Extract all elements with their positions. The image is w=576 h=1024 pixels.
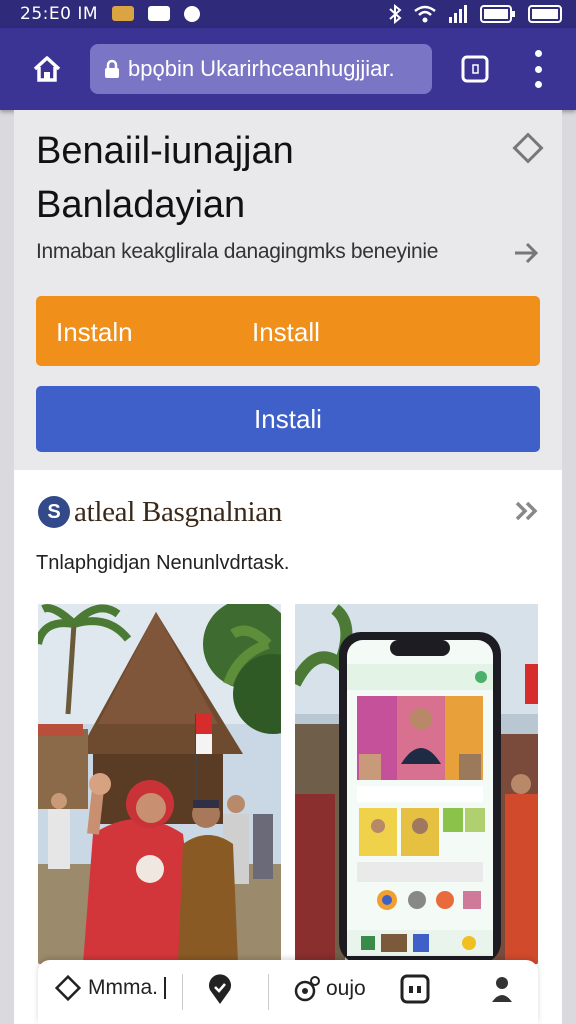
village-photo[interactable]: [38, 604, 281, 964]
url-text: bpǫbin Ukarirhceanhugjjiar.: [128, 56, 395, 81]
app-notification-icon: [184, 6, 201, 22]
diamond-outline-icon: [54, 974, 82, 1002]
menu-dot-icon: [534, 65, 542, 73]
page-title: Benaiil-iunajjan Banladayian: [36, 124, 476, 232]
nav-item-settings[interactable]: oujo: [292, 974, 366, 1004]
map-pin-icon: [209, 974, 231, 1004]
browser-toolbar: bpǫbin Ukarirhceanhugjjiar.: [0, 28, 576, 110]
app-showcase-photo[interactable]: [295, 604, 538, 964]
nav-divider: [182, 974, 183, 1010]
signal-icon: [449, 5, 467, 23]
menu-dot-icon: [534, 50, 542, 57]
nav-item-location[interactable]: [206, 974, 234, 1006]
install-button-primary[interactable]: Instaln Install: [36, 296, 540, 366]
notification-icon: [112, 6, 135, 21]
install-button-label-left: Instaln: [56, 317, 133, 347]
status-time: 25:E0 IM: [20, 4, 99, 24]
status-bar: 25:E0 IM: [0, 0, 576, 28]
nav-item-tabs[interactable]: [400, 974, 430, 1004]
nav-item-settings-label: oujo: [326, 977, 366, 1000]
village-scene-image: [38, 604, 281, 964]
tabs-button[interactable]: [460, 54, 490, 84]
bluetooth-icon: [389, 4, 402, 24]
bottom-navigation: Mmma. oujo: [38, 960, 538, 1024]
battery-icon: [480, 5, 515, 23]
message-icon: [148, 6, 171, 21]
wifi-icon: [414, 5, 436, 23]
tabs-icon: [461, 55, 489, 83]
double-chevron-icon[interactable]: [514, 500, 540, 522]
market-scene-image: [295, 604, 538, 964]
page-title-line2: Banladayian: [36, 184, 246, 226]
gear-icon: [294, 976, 320, 1002]
lock-icon: [105, 59, 119, 78]
arrow-right-icon[interactable]: [512, 240, 540, 266]
home-button[interactable]: [27, 49, 67, 89]
menu-dot-icon: [534, 81, 542, 88]
square-tabs-icon: [400, 974, 430, 1004]
section-title: atleal Basgnalnian: [74, 496, 282, 528]
install-button-secondary[interactable]: Instali: [36, 386, 540, 452]
person-icon: [492, 977, 512, 1002]
nav-divider: [268, 974, 269, 1010]
hero-subtitle: Inmaban keakglirala danagingmks beneyini…: [36, 240, 439, 263]
url-field[interactable]: bpǫbin Ukarirhceanhugjjiar.: [90, 44, 432, 94]
nav-item-profile[interactable]: [490, 974, 514, 1004]
text-cursor: [164, 977, 166, 999]
nav-item-home[interactable]: Mmma.: [54, 974, 166, 1002]
section-description: Tnlaphgidjan Nenunlvdrtask.: [36, 552, 290, 574]
section-logo-icon: S: [38, 496, 70, 528]
install-button-label: Install: [252, 317, 320, 347]
page-title-line1: Benaiil-iunajjan: [36, 130, 294, 172]
nav-item-home-label: Mmma.: [88, 976, 158, 999]
battery-icon-secondary: [528, 5, 562, 23]
home-icon: [33, 56, 61, 82]
overflow-menu-button[interactable]: [526, 50, 550, 88]
